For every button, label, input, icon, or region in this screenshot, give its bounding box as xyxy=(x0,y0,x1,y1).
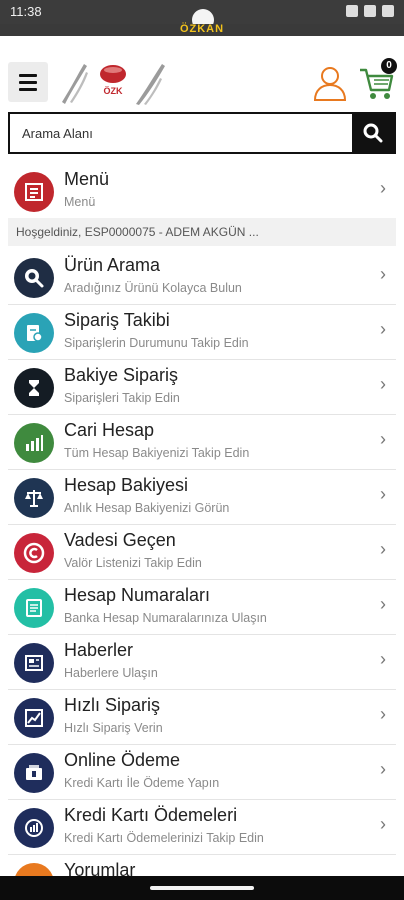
item-title: Bakiye Sipariş xyxy=(64,365,179,385)
newspaper-icon xyxy=(14,643,54,683)
chevron-right-icon: › xyxy=(380,814,386,834)
magnifier-icon xyxy=(14,258,54,298)
bar-chart-icon xyxy=(14,423,54,463)
chevron-right-icon: › xyxy=(380,319,386,339)
item-subtitle: Kredi Kartı İle Ödeme Yapın xyxy=(64,776,220,790)
list-item-urun-arama[interactable]: Ürün Arama Aradığınız Ürünü Kolayca Bulu… xyxy=(8,250,396,305)
battery-icon xyxy=(382,5,394,17)
item-subtitle: Tüm Hesap Bakiyenizi Takip Edin xyxy=(64,446,250,460)
list-item-cari-hesap[interactable]: Cari Hesap Tüm Hesap Bakiyenizi Takip Ed… xyxy=(8,415,396,470)
chevron-right-icon: › xyxy=(380,484,386,504)
chevron-right-icon: › xyxy=(380,374,386,394)
user-profile-icon[interactable] xyxy=(312,64,348,102)
hamburger-icon-line xyxy=(19,73,37,77)
brand-name: ÖZKAN xyxy=(179,23,225,35)
menu-row-title: Menü xyxy=(64,169,110,189)
item-title: Ürün Arama xyxy=(64,255,161,275)
list-item-vadesi-gecen[interactable]: Vadesi Geçen Valör Listenizi Takip Edin … xyxy=(8,525,396,580)
chart-screen-icon xyxy=(14,698,54,738)
svg-text:ÖZK: ÖZK xyxy=(104,86,123,96)
list-item-online-odeme[interactable]: Online Ödeme Kredi Kartı İle Ödeme Yapın… xyxy=(8,745,396,800)
cart-count-badge: 0 xyxy=(381,58,397,74)
item-subtitle: Siparişleri Takip Edin xyxy=(64,391,180,405)
chevron-right-icon: › xyxy=(380,264,386,284)
list-item-kredi-karti-odemeleri[interactable]: Kredi Kartı Ödemeleri Kredi Kartı Ödemel… xyxy=(8,800,396,855)
clipboard-icon xyxy=(14,313,54,353)
list-item-bakiye-siparis[interactable]: Bakiye Sipariş Siparişleri Takip Edin › xyxy=(8,360,396,415)
chevron-right-icon: › xyxy=(380,759,386,779)
search-input[interactable] xyxy=(10,114,352,152)
item-subtitle: Banka Hesap Numaralarınıza Ulaşın xyxy=(64,611,267,625)
scale-icon xyxy=(14,478,54,518)
signal-icon xyxy=(364,5,376,17)
item-subtitle: Kredi Kartı Ödemelerinizi Takip Edin xyxy=(64,831,264,845)
item-subtitle: Haberlere Ulaşın xyxy=(64,666,158,680)
chevron-right-icon: › xyxy=(380,649,386,669)
wallet-icon xyxy=(14,753,54,793)
item-title: Sipariş Takibi xyxy=(64,310,170,330)
list-item-hesap-bakiyesi[interactable]: Hesap Bakiyesi Anlık Hesap Bakiyenizi Gö… xyxy=(8,470,396,525)
menu-row-subtitle: Menü xyxy=(64,195,96,209)
search-bar xyxy=(8,112,396,154)
item-subtitle: Siparişlerin Durumunu Takip Edin xyxy=(64,336,249,350)
list-item-siparis-takibi[interactable]: Sipariş Takibi Siparişlerin Durumunu Tak… xyxy=(8,305,396,360)
chevron-right-icon: › xyxy=(380,178,386,198)
item-title: Vadesi Geçen xyxy=(64,530,176,550)
menu-list: Ürün Arama Aradığınız Ürünü Kolayca Bulu… xyxy=(8,250,396,900)
search-icon xyxy=(363,123,383,143)
list-item-hesap-numaralari[interactable]: Hesap Numaraları Banka Hesap Numaraların… xyxy=(8,580,396,635)
item-title: Kredi Kartı Ödemeleri xyxy=(64,805,238,825)
app-header: ÖZK xyxy=(0,52,404,112)
item-subtitle: Aradığınız Ürünü Kolayca Bulun xyxy=(64,281,242,295)
chevron-right-icon: › xyxy=(380,704,386,724)
item-title: Online Ödeme xyxy=(64,750,181,770)
list-item-hizli-siparis[interactable]: Hızlı Sipariş Hızlı Sipariş Verin › xyxy=(8,690,396,745)
search-button[interactable] xyxy=(352,114,394,152)
hamburger-menu-button[interactable] xyxy=(8,62,48,102)
welcome-banner: Hoşgeldiniz, ESP0000075 - ADEM AKGÜN ... xyxy=(8,218,396,246)
item-title: Hızlı Sipariş xyxy=(64,695,161,715)
menu-list-icon xyxy=(14,172,54,212)
item-subtitle: Hızlı Sipariş Verin xyxy=(64,721,163,735)
item-title: Hesap Bakiyesi xyxy=(64,475,189,495)
status-icons xyxy=(346,5,394,17)
status-time: 11:38 xyxy=(10,4,42,19)
list-item-haberler[interactable]: Haberler Haberlere Ulaşın › xyxy=(8,635,396,690)
circle-c-icon xyxy=(14,533,54,573)
menu-row[interactable]: Menü Menü › xyxy=(8,164,396,219)
item-title: Cari Hesap xyxy=(64,420,155,440)
wifi-icon xyxy=(346,5,358,17)
item-title: Haberler xyxy=(64,640,134,660)
hamburger-icon-line xyxy=(19,80,37,84)
item-title: Hesap Numaraları xyxy=(64,585,211,605)
brand-bar: ÖZKAN xyxy=(0,23,404,36)
item-subtitle: Anlık Hesap Bakiyenizi Görün xyxy=(64,501,230,515)
chevron-right-icon: › xyxy=(380,429,386,449)
status-bar: 11:38 xyxy=(0,0,404,31)
system-nav-bar xyxy=(0,876,404,900)
company-logo: ÖZK xyxy=(62,64,165,105)
hourglass-icon xyxy=(14,368,54,408)
document-icon xyxy=(14,588,54,628)
item-subtitle: Valör Listenizi Takip Edin xyxy=(64,556,202,570)
hamburger-icon-line xyxy=(19,87,37,91)
chevron-right-icon: › xyxy=(380,594,386,614)
chevron-right-icon: › xyxy=(380,539,386,559)
home-gesture-handle[interactable] xyxy=(150,886,254,890)
card-report-icon xyxy=(14,808,54,848)
